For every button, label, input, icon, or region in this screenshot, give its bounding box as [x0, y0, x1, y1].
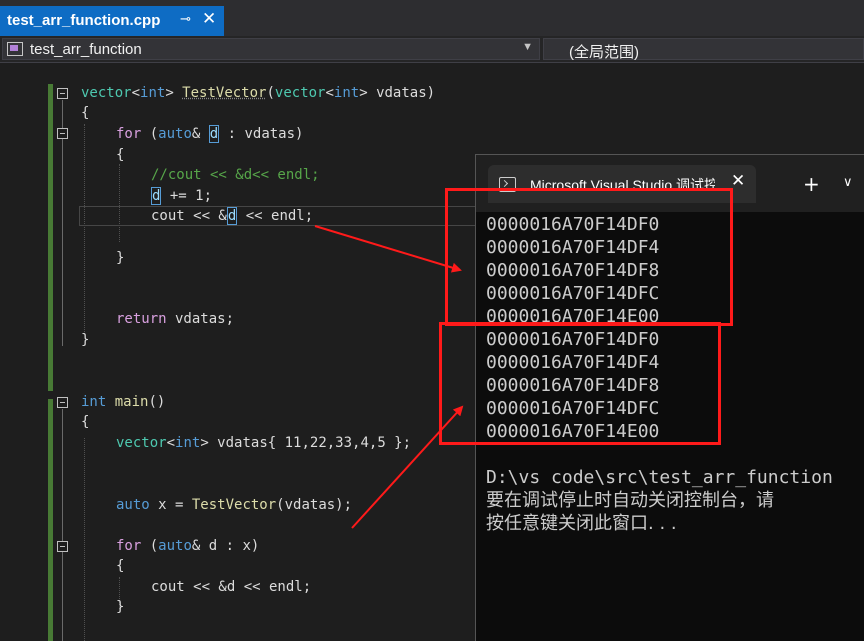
code-line[interactable]: for (auto& d : vdatas) [116, 124, 303, 144]
code-line[interactable]: for (auto& d : x) [116, 536, 259, 556]
code-line[interactable]: { [116, 145, 124, 165]
indent-guide [119, 164, 120, 242]
code-line[interactable]: vector<int> TestVector(vector<int> vdata… [81, 83, 435, 103]
code-line[interactable]: int main() [81, 392, 165, 412]
change-bar [48, 84, 53, 391]
code-line[interactable]: vector<int> vdatas{ 11,22,33,4,5 }; [116, 433, 411, 453]
fold-toggle-icon[interactable] [57, 128, 68, 139]
fold-toggle-icon[interactable] [57, 397, 68, 408]
scope-dropdown[interactable]: (全局范围) [543, 38, 864, 61]
code-line[interactable]: d += 1; [151, 186, 212, 206]
chevron-down-icon[interactable]: ∨ [843, 175, 853, 190]
output-message-line: 要在调试停止时自动关闭控制台，请 [486, 490, 774, 511]
fold-toggle-icon[interactable] [57, 88, 68, 99]
code-line[interactable]: cout << &d << endl; [151, 577, 311, 597]
code-line[interactable]: return vdatas; [116, 309, 234, 329]
code-line[interactable]: } [116, 248, 124, 268]
project-dropdown[interactable]: test_arr_function ▼ [2, 38, 540, 60]
document-tab-strip: test_arr_function.cpp ⊸ ✕ [0, 0, 864, 36]
project-icon [7, 42, 23, 56]
indent-guide [84, 124, 85, 334]
navigation-bar: test_arr_function ▼ (全局范围) [0, 36, 864, 63]
output-message-line: 按任意键关闭此窗口. . . [486, 513, 677, 534]
scope-label: (全局范围) [569, 44, 639, 61]
fold-line [62, 140, 63, 268]
project-name: test_arr_function [30, 41, 142, 58]
output-path-line: D:\vs code\src\test_arr_function [486, 467, 833, 488]
code-line[interactable]: { [81, 103, 89, 123]
indent-guide [84, 438, 85, 641]
chevron-down-icon[interactable]: ▼ [522, 41, 533, 53]
fold-toggle-icon[interactable] [57, 541, 68, 552]
close-icon[interactable]: ✕ [731, 171, 745, 191]
code-line[interactable]: { [116, 556, 124, 576]
tab-title: test_arr_function.cpp [7, 12, 161, 29]
fold-line [62, 553, 63, 613]
change-bar [48, 399, 53, 641]
code-line[interactable]: //cout << &d<< endl; [151, 165, 320, 185]
code-line[interactable]: auto x = TestVector(vdatas); [116, 495, 352, 515]
code-line[interactable]: cout << &d << endl; [151, 206, 313, 226]
annotation-box-first-loop [445, 188, 733, 326]
annotation-box-second-loop [439, 322, 721, 445]
plus-icon[interactable]: + [803, 172, 820, 196]
pin-icon[interactable]: ⊸ [180, 11, 191, 27]
code-line[interactable]: { [81, 412, 89, 432]
code-line[interactable]: } [81, 330, 89, 350]
close-icon[interactable]: ✕ [202, 9, 216, 29]
code-line[interactable]: } [116, 597, 124, 617]
tab-test-arr-function[interactable]: test_arr_function.cpp ⊸ ✕ [0, 6, 224, 36]
